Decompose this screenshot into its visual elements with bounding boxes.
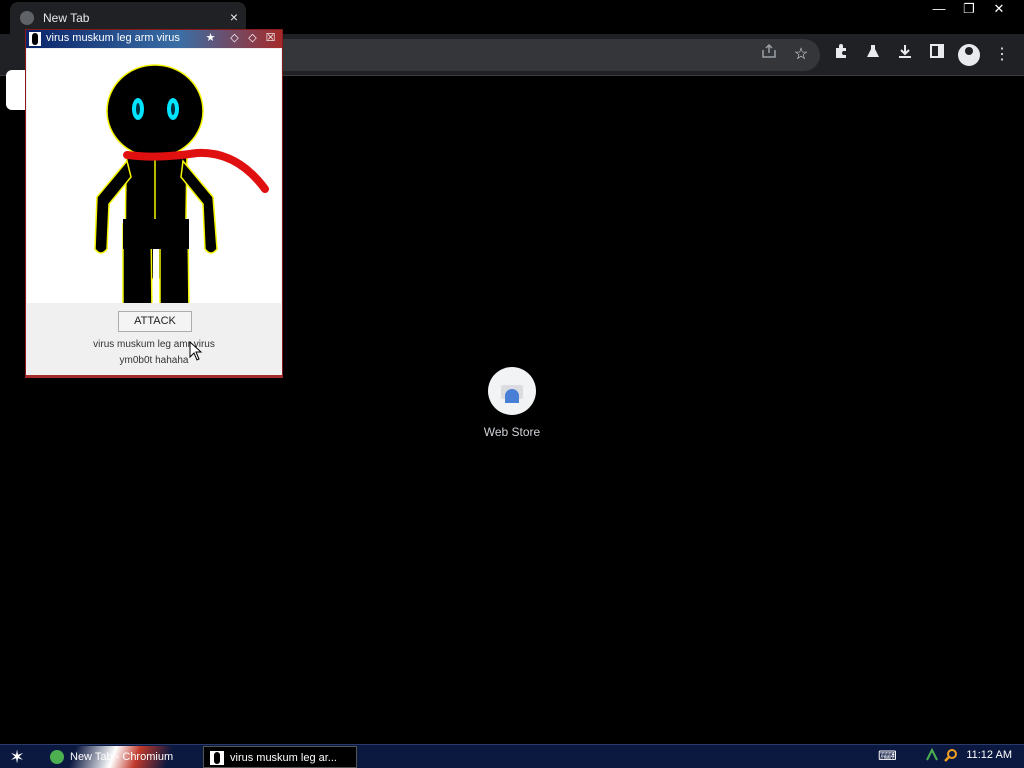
sidepanel-icon[interactable] bbox=[925, 43, 949, 67]
chromium-icon bbox=[50, 750, 64, 764]
pin-icon[interactable]: ★ bbox=[203, 31, 218, 46]
star-icon[interactable]: ☆ bbox=[789, 43, 813, 67]
web-store-icon bbox=[488, 367, 536, 415]
start-menu-icon[interactable]: ✶ bbox=[6, 746, 28, 768]
search-icon[interactable] bbox=[943, 748, 958, 766]
popup-title: virus muskum leg arm virus bbox=[46, 32, 180, 44]
taskbar-item-chromium[interactable]: New Tab - Chromium bbox=[44, 746, 198, 768]
profile-icon[interactable] bbox=[958, 44, 980, 66]
hidden-panel-edge bbox=[6, 70, 26, 110]
labs-icon[interactable] bbox=[861, 43, 885, 67]
taskbar-item-label: virus muskum leg ar... bbox=[230, 752, 337, 764]
minimize-button[interactable]: — bbox=[924, 0, 954, 18]
stickman-drawing bbox=[27, 49, 281, 322]
maximize-popup-icon[interactable]: ◇ bbox=[245, 31, 260, 46]
mouse-cursor-icon bbox=[189, 341, 203, 361]
share-icon[interactable] bbox=[757, 43, 781, 67]
popup-message-line1: virus muskum leg amr virus bbox=[93, 339, 215, 350]
close-popup-icon[interactable]: ☒ bbox=[263, 31, 278, 46]
taskbar-clock: 11:12 AM bbox=[966, 749, 1012, 761]
minimize-popup-icon[interactable]: ◇ bbox=[227, 31, 242, 46]
taskbar: ✶ New Tab - Chromium virus muskum leg ar… bbox=[0, 744, 1024, 768]
popup-message-line2: ym0b0t hahaha bbox=[119, 355, 189, 366]
restore-button[interactable]: ❐ bbox=[954, 0, 984, 18]
taskbar-item-label: New Tab - Chromium bbox=[70, 751, 174, 763]
web-store-shortcut[interactable]: Web Store bbox=[468, 367, 556, 439]
globe-icon bbox=[20, 11, 34, 25]
keyboard-icon[interactable]: ⌨ bbox=[878, 748, 897, 764]
popup-titlebar[interactable]: virus muskum leg arm virus ★ ◇ ◇ ☒ bbox=[26, 30, 282, 48]
desktop-screen: New Tab × — ❐ ✕ ☆ ⋮ Web Store virus musk… bbox=[0, 0, 1024, 768]
download-icon[interactable] bbox=[893, 43, 917, 67]
network-icon[interactable] bbox=[925, 747, 939, 765]
popup-message: virus muskum leg amr virus ym0b0t hahaha bbox=[26, 337, 282, 369]
virus-popup-window: virus muskum leg arm virus ★ ◇ ◇ ☒ ATTAC… bbox=[25, 29, 283, 378]
address-bar[interactable] bbox=[240, 39, 820, 71]
tab-title: New Tab bbox=[43, 11, 90, 25]
web-store-label: Web Store bbox=[483, 425, 541, 439]
extensions-icon[interactable] bbox=[829, 43, 853, 67]
stickman-app-icon bbox=[210, 751, 224, 765]
close-window-button[interactable]: ✕ bbox=[984, 0, 1014, 18]
menu-icon[interactable]: ⋮ bbox=[990, 43, 1014, 67]
window-controls: — ❐ ✕ bbox=[924, 0, 1014, 18]
taskbar-item-virus[interactable]: virus muskum leg ar... bbox=[203, 746, 357, 768]
attack-button[interactable]: ATTACK bbox=[118, 311, 192, 332]
close-tab-icon[interactable]: × bbox=[230, 9, 238, 25]
stickman-app-icon bbox=[29, 32, 41, 46]
